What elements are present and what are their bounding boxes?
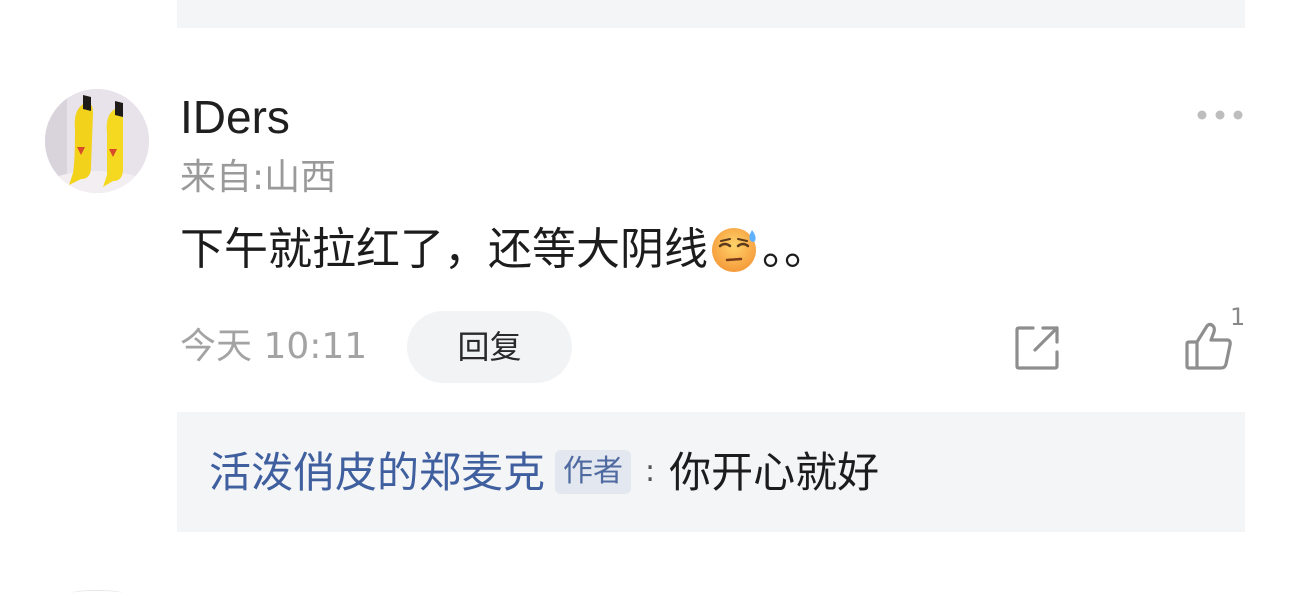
- username[interactable]: IDers: [180, 88, 290, 146]
- reply-button[interactable]: 回复: [407, 311, 572, 383]
- comment-time: 今天 10:11: [180, 326, 368, 367]
- reply-box: 活泼俏皮的郑麦克 作者: 你开心就好: [177, 412, 1245, 532]
- location-label: 来自:山西: [180, 157, 337, 198]
- reply-author[interactable]: 活泼俏皮的郑麦克: [209, 448, 545, 497]
- more-dots-icon[interactable]: [1196, 106, 1244, 124]
- next-avatar-edge: [72, 590, 122, 596]
- share-icon[interactable]: [1013, 322, 1063, 372]
- comment-text: 下午就拉红了，还等大阴线 。。: [180, 220, 828, 280]
- reply-line: 活泼俏皮的郑麦克 作者: 你开心就好: [209, 442, 879, 503]
- thumbs-up-icon[interactable]: [1183, 320, 1235, 372]
- reply-text: 你开心就好: [669, 448, 880, 497]
- like-count: 1: [1230, 303, 1246, 331]
- author-badge: 作者: [555, 450, 632, 494]
- previous-reply-box: [177, 0, 1245, 28]
- comment-text-tail: 。。: [762, 224, 828, 275]
- reply-separator: :: [645, 454, 656, 489]
- sweat-emoji-icon: [710, 224, 760, 274]
- avatar[interactable]: [45, 89, 149, 193]
- comment-text-main: 下午就拉红了，还等大阴线: [180, 224, 708, 275]
